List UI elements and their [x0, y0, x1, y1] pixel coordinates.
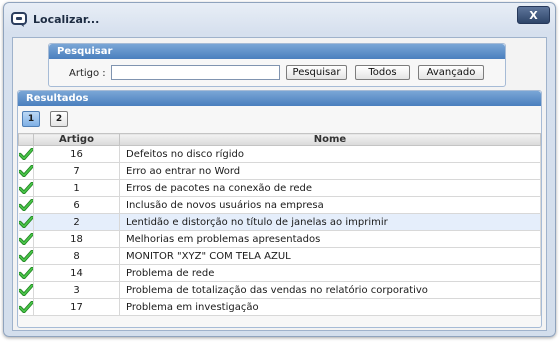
status-cell: [18, 247, 34, 265]
check-icon: [18, 250, 33, 262]
artigo-cell: 3: [33, 281, 120, 299]
nome-cell: MONITOR "XYZ" COM TELA AZUL: [119, 247, 541, 265]
check-icon: [18, 165, 33, 177]
nome-cell: Inclusão de novos usuários na empresa: [119, 196, 541, 214]
localizar-dialog: Localizar... X Pesquisar Artigo : Pesqui…: [3, 2, 556, 337]
table-row[interactable]: 17 Problema em investigação: [18, 298, 541, 316]
results-panel-header: Resultados: [18, 91, 541, 106]
table-row[interactable]: 18 Melhorias em problemas apresentados: [18, 230, 541, 248]
nome-cell: Defeitos no disco rígido: [119, 145, 541, 163]
table-header-row: Artigo Nome: [18, 133, 541, 146]
table-row[interactable]: 3 Problema de totalização das vendas no r…: [18, 281, 541, 299]
artigo-cell: 8: [33, 247, 120, 265]
nome-cell: Problema de totalização das vendas no re…: [119, 281, 541, 299]
window-title: Localizar...: [33, 13, 100, 26]
artigo-search-input[interactable]: [111, 65, 280, 80]
check-icon: [18, 148, 33, 160]
column-header-artigo[interactable]: Artigo: [33, 133, 120, 146]
table-row[interactable]: 1 Erros de pacotes na conexão de rede: [18, 179, 541, 197]
results-table: Artigo Nome 16 Defeitos no disco rígido 7 E…: [18, 133, 541, 316]
check-icon: [18, 199, 33, 211]
check-icon: [18, 182, 33, 194]
status-cell: [18, 281, 34, 299]
check-icon: [18, 267, 33, 279]
table-row[interactable]: 6 Inclusão de novos usuários na empresa: [18, 196, 541, 214]
status-cell: [18, 213, 34, 231]
artigo-label: Artigo :: [69, 68, 106, 79]
chat-icon: [11, 12, 27, 27]
artigo-cell: 2: [33, 213, 120, 231]
table-row[interactable]: 2 Lentidão e distorção no título de janel…: [18, 213, 541, 231]
nome-cell: Erros de pacotes na conexão de rede: [119, 179, 541, 197]
status-cell: [18, 162, 34, 180]
table-row[interactable]: 14 Problema de rede: [18, 264, 541, 282]
table-row[interactable]: 7 Erro ao entrar no Word: [18, 162, 541, 180]
search-button[interactable]: Pesquisar: [286, 65, 347, 80]
nome-cell: Melhorias em problemas apresentados: [119, 230, 541, 248]
artigo-cell: 17: [33, 298, 120, 316]
close-button[interactable]: X: [517, 6, 550, 24]
artigo-cell: 16: [33, 145, 120, 163]
status-cell: [18, 230, 34, 248]
nome-cell: Lentidão e distorção no título de janela…: [119, 213, 541, 231]
table-row[interactable]: 8 MONITOR "XYZ" COM TELA AZUL: [18, 247, 541, 265]
check-icon: [18, 284, 33, 296]
status-cell: [18, 298, 34, 316]
column-header-status[interactable]: [18, 133, 34, 146]
search-panel-header: Pesquisar: [49, 44, 505, 59]
artigo-cell: 14: [33, 264, 120, 282]
nome-cell: Erro ao entrar no Word: [119, 162, 541, 180]
page-button-2[interactable]: 2: [50, 111, 68, 127]
status-cell: [18, 145, 34, 163]
all-button[interactable]: Todos: [355, 65, 410, 80]
artigo-cell: 1: [33, 179, 120, 197]
table-row[interactable]: 16 Defeitos no disco rígido: [18, 145, 541, 163]
column-header-nome[interactable]: Nome: [119, 133, 541, 146]
title-bar[interactable]: Localizar... X: [4, 3, 555, 37]
check-icon: [18, 216, 33, 228]
status-cell: [18, 179, 34, 197]
results-panel: Resultados 1 2 Artigo Nome 16 Defeitos no…: [17, 90, 542, 328]
check-icon: [18, 301, 33, 313]
search-panel: Pesquisar Artigo : Pesquisar Todos Avanç…: [48, 43, 506, 87]
advanced-button[interactable]: Avançado: [418, 65, 484, 80]
nome-cell: Problema em investigação: [119, 298, 541, 316]
status-cell: [18, 196, 34, 214]
nome-cell: Problema de rede: [119, 264, 541, 282]
status-cell: [18, 264, 34, 282]
artigo-cell: 6: [33, 196, 120, 214]
page-button-1[interactable]: 1: [22, 111, 40, 127]
dialog-body: Pesquisar Artigo : Pesquisar Todos Avanç…: [12, 37, 547, 331]
artigo-cell: 7: [33, 162, 120, 180]
check-icon: [18, 233, 33, 245]
artigo-cell: 18: [33, 230, 120, 248]
